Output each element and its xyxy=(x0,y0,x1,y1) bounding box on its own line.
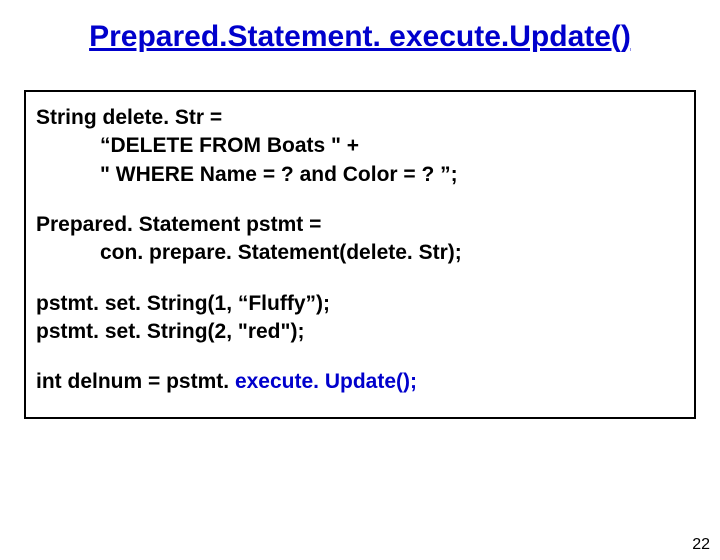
code-box: String delete. Str = “DELETE FROM Boats … xyxy=(24,90,696,419)
code-block-3: pstmt. set. String(1, “Fluffy”); pstmt. … xyxy=(36,290,684,347)
slide-title: Prepared.Statement. execute.Update() xyxy=(0,20,720,54)
code-block-4: int delnum = pstmt. execute. Update(); xyxy=(36,368,684,396)
highlighted-call: execute. Update(); xyxy=(235,370,417,393)
code-line: Prepared. Statement pstmt = xyxy=(36,211,684,239)
code-line: “DELETE FROM Boats " + xyxy=(36,132,684,160)
code-line: pstmt. set. String(1, “Fluffy”); xyxy=(36,290,684,318)
code-block-2: Prepared. Statement pstmt = con. prepare… xyxy=(36,211,684,268)
code-line: String delete. Str = xyxy=(36,104,684,132)
code-block-1: String delete. Str = “DELETE FROM Boats … xyxy=(36,104,684,189)
code-line: con. prepare. Statement(delete. Str); xyxy=(36,239,684,267)
code-line: pstmt. set. String(2, "red"); xyxy=(36,318,684,346)
code-line: int delnum = pstmt. execute. Update(); xyxy=(36,368,684,396)
code-line: " WHERE Name = ? and Color = ? ”; xyxy=(36,161,684,189)
page-number: 22 xyxy=(692,536,710,554)
